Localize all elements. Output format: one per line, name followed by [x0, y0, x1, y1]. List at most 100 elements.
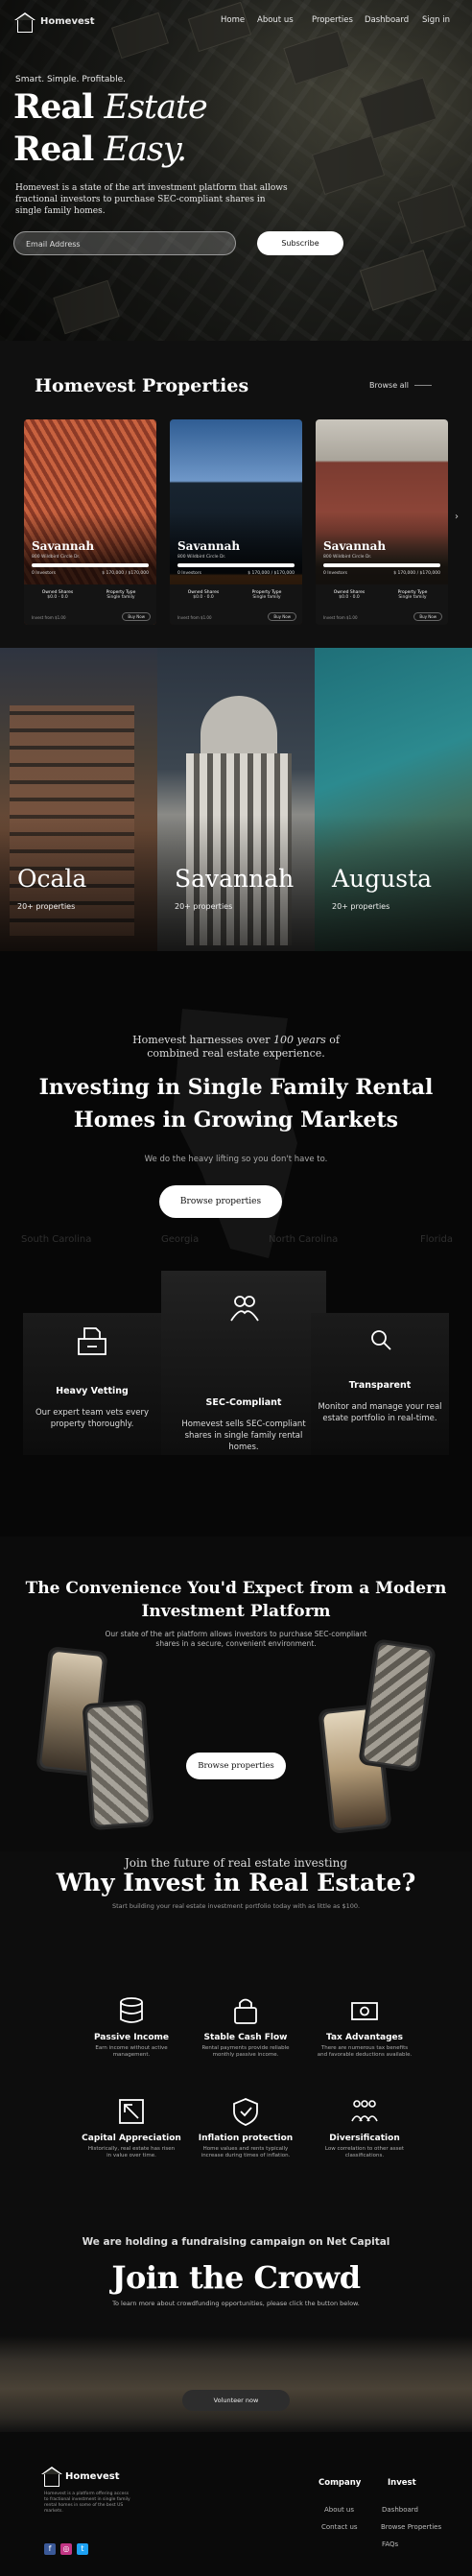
footer-description: Homevest is a platform offering access t… [44, 2492, 159, 2515]
nav-link-about[interactable]: About us [257, 15, 294, 25]
footer-brand[interactable]: Homevest [65, 2471, 119, 2482]
feature-desc-line: homes. [228, 1443, 259, 1452]
search-icon [371, 1330, 391, 1350]
footer-desc-line: markets. [44, 2509, 63, 2514]
feature-title: SEC-Compliant [205, 1397, 282, 1408]
feature-desc-line: Our expert team vets every [35, 1408, 150, 1418]
buy-now-button[interactable]: Buy Now [122, 612, 151, 621]
property-stats: 0 Investors $ 170,000 / $170,000 [32, 571, 149, 576]
benefit-description: Low correlation to other asset classific… [297, 2146, 432, 2159]
crowd-subtitle: To learn more about crowdfunding opportu… [112, 2300, 360, 2307]
benefit-desc-line: Home values and rents typically [202, 2146, 289, 2152]
phone-screen [86, 1705, 150, 1825]
feature-title: Transparent [348, 1380, 412, 1391]
phone-mockup [358, 1638, 437, 1773]
volunteer-button[interactable]: Volunteer now [182, 2390, 290, 2411]
city-tile-ocala[interactable]: Ocala 20+ properties [0, 648, 157, 951]
benefit-inflation: Inflation protection Home values and ren… [178, 2096, 313, 2159]
footer-link-dashboard[interactable]: Dashboard [382, 2506, 418, 2514]
investing-title: Investing in Single Family Rental Homes … [0, 1071, 472, 1136]
property-card[interactable]: Savannah 800 Wildbird Circle Dr. 0 Inves… [170, 419, 302, 625]
cities-section: Ocala 20+ properties Savannah 20+ proper… [0, 648, 472, 951]
property-card[interactable]: Savannah 800 Wildbird Circle Dr. 0 Inves… [316, 419, 448, 625]
title-line: The Convenience You'd Expect from a Mode… [25, 1579, 447, 1598]
feature-desc-line: Homevest sells SEC-compliant [181, 1419, 306, 1429]
footer-link-browse[interactable]: Browse Properties [381, 2523, 441, 2531]
money-bill-icon [351, 2002, 378, 2020]
lock-icon [234, 1998, 257, 2024]
phone-screen [363, 1643, 432, 1768]
owned-shares-value: $0.0 · 0.0 [47, 595, 68, 600]
shield-check-icon [233, 2098, 258, 2126]
state-label: South Carolina [21, 1234, 92, 1245]
convenience-title: The Convenience You'd Expect from a Mode… [0, 1577, 472, 1623]
signin-link[interactable]: Sign in [422, 15, 450, 25]
property-type: Property Type Single family [97, 590, 145, 600]
intro-text: of [325, 1034, 340, 1046]
chevron-right-icon[interactable]: › [455, 512, 459, 522]
benefit-desc-line: and favorable deductions available. [317, 2052, 413, 2058]
footer-company-heading: Company [319, 2478, 362, 2488]
property-city: Savannah [323, 539, 387, 553]
footer-link-contact[interactable]: Contact us [321, 2523, 358, 2531]
funding-amount: $ 170,000 / $170,000 [248, 571, 295, 576]
state-label: North Carolina [269, 1234, 339, 1245]
owned-shares: Owned Shares $0.0 · 0.0 [34, 590, 82, 600]
buy-now-button[interactable]: Buy Now [268, 612, 296, 621]
city-count: 20+ properties [175, 902, 233, 911]
intro-emphasis: 100 years [273, 1034, 326, 1046]
owned-shares: Owned Shares $0.0 · 0.0 [325, 590, 373, 600]
funding-progress-bar [32, 563, 149, 567]
people-icon [351, 2100, 378, 2122]
feature-description: Homevest sells SEC-compliant shares in s… [161, 1419, 326, 1453]
investing-subtitle: We do the heavy lifting so you don't hav… [144, 1155, 328, 1164]
crowd-title: Join the Crowd [111, 2259, 361, 2296]
feature-desc-line: estate portfolio in real-time. [322, 1414, 437, 1423]
state-label: Florida [420, 1234, 454, 1245]
file-cabinet-icon [78, 1327, 106, 1355]
facebook-icon[interactable]: f [44, 2543, 56, 2555]
twitter-icon[interactable]: t [77, 2543, 88, 2555]
property-stats: 0 Investors $ 170,000 / $170,000 [323, 571, 440, 576]
why-title: Why Invest in Real Estate? [56, 1869, 416, 1896]
properties-section: Homevest Properties Browse all Savannah … [0, 341, 472, 648]
title-line: Investment Platform [141, 1602, 331, 1621]
footer-link-faqs[interactable]: FAQs [382, 2540, 398, 2548]
browse-properties-button[interactable]: Browse properties [186, 1753, 286, 1779]
benefit-desc-line: Low correlation to other asset [324, 2146, 405, 2152]
instagram-icon[interactable]: ◎ [60, 2543, 72, 2555]
invest-from: Invest from $1.00 [32, 615, 66, 620]
city-name: Ocala [17, 865, 87, 893]
funding-amount: $ 170,000 / $170,000 [393, 571, 440, 576]
buy-now-button[interactable]: Buy Now [413, 612, 442, 621]
house-logo-icon[interactable] [41, 2467, 62, 2487]
investors-count: 0 Investors [323, 571, 347, 576]
house-logo-icon[interactable] [14, 12, 35, 33]
benefit-title: Inflation protection [198, 2134, 294, 2143]
title-line: Investing in Single Family Rental [38, 1075, 434, 1100]
nav-link-home[interactable]: Home [221, 15, 245, 25]
footer-link-about[interactable]: About us [324, 2506, 354, 2514]
property-card[interactable]: Savannah 800 Wildbird Circle Dr. 0 Inves… [24, 419, 156, 625]
properties-title: Homevest Properties [35, 375, 249, 396]
invest-from: Invest from $1.00 [323, 615, 358, 620]
benefit-cash-flow: Stable Cash Flow Rental payments provide… [178, 1995, 313, 2059]
property-type: Property Type Single family [389, 590, 437, 600]
aerial-city-image [0, 2336, 472, 2432]
feature-desc-line: shares in single family rental [184, 1431, 303, 1441]
browse-all-link[interactable]: Browse all [369, 381, 432, 390]
city-name: Augusta [332, 865, 433, 893]
city-tile-augusta[interactable]: Augusta 20+ properties [315, 648, 472, 951]
nav-link-dashboard[interactable]: Dashboard [365, 15, 409, 25]
email-input[interactable] [14, 233, 235, 255]
city-count: 20+ properties [332, 902, 390, 911]
nav-link-properties[interactable]: Properties [312, 15, 353, 25]
browse-properties-button[interactable]: Browse properties [159, 1185, 282, 1218]
benefit-desc-line: Rental payments provide reliable [201, 2045, 290, 2051]
brand-name[interactable]: Homevest [40, 16, 94, 27]
subscribe-button[interactable]: Subscribe [257, 231, 343, 255]
city-tile-savannah[interactable]: Savannah 20+ properties [157, 648, 315, 951]
investing-intro: Homevest harnesses over 100 years of com… [0, 1034, 472, 1061]
feature-description: Our expert team vets every property thor… [23, 1407, 161, 1430]
funding-progress-bar [177, 563, 295, 567]
